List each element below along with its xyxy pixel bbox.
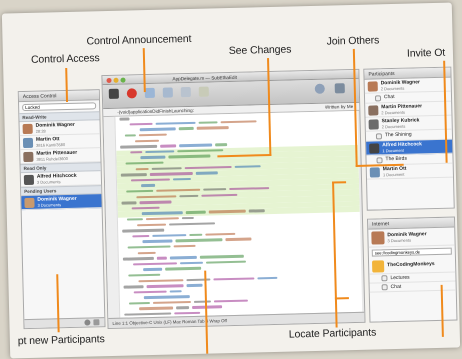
avatar [368,118,379,130]
avatar [22,123,33,134]
access-popup[interactable]: Locked [22,102,97,112]
minimize-icon[interactable] [113,77,119,83]
close-icon[interactable] [106,77,112,84]
monkey-logo-icon [371,259,385,273]
callout-control-access: Control Access [30,52,100,66]
callout-invite: Invite Ot [406,46,446,60]
callout-see-changes: See Changes [228,43,292,58]
changes-icon[interactable] [144,87,155,99]
participants-icon[interactable] [314,83,325,94]
connect-url-field[interactable]: see://codingmonkeys.de [371,247,452,257]
my-entry[interactable]: Dominik Wagner 3 Documents [368,227,455,248]
editor-body: Line 1:1 Objective-C Unix (LF) Mac Roman… [103,110,365,329]
document-icon [374,94,382,101]
participants-window: Participants Dominik Wagner 2 Documents C… [363,66,455,211]
symbols-icon[interactable] [162,87,173,98]
callout-join-others: Join Others [326,34,380,48]
access-bottom-bar [24,317,105,329]
leader-line-announcement [142,48,146,93]
access-icon[interactable] [126,88,137,99]
info-icon[interactable] [334,83,345,94]
written-by: Written by Me [324,103,354,110]
avatar [371,231,385,245]
editor-title: AppDelegate.m — SubEthaEdit [172,74,237,82]
document-icon [375,132,383,139]
leader-line-access [65,67,69,103]
callout-control-announcement: Control Announcement [86,32,192,48]
document-icon [381,284,388,291]
function-popup[interactable]: -(void)applicationDidFinishLaunching: [117,108,194,115]
avatar [23,174,35,185]
avatar [368,104,379,116]
code-area[interactable] [115,110,363,318]
document-icon [381,275,388,282]
wrap-icon[interactable] [198,86,209,97]
announce-icon[interactable] [108,88,119,99]
gear-icon[interactable] [84,319,91,326]
editor-window: AppDelegate.m — SubEthaEdit -(void)appli… [101,68,366,330]
avatar [369,142,380,154]
callout-accept-participants: pt new Participants [17,333,105,348]
access-control-window: Access Control Locked Read-Write Dominik… [17,89,106,330]
avatar [23,151,34,162]
leader-line-locate-h1 [332,181,347,184]
callout-locate-participants: Locate Participants [288,326,377,341]
avatar [367,80,378,92]
zoom-icon[interactable] [120,77,126,83]
avatar [24,197,35,208]
document-icon [376,156,383,163]
internet-window: Internet Dominik Wagner 3 Documents see:/… [366,216,458,323]
split-icon[interactable] [180,86,191,98]
leader-line-locate-h2 [334,297,349,300]
shared-document[interactable]: Chat [369,281,456,293]
screenshot-photo: Control Access Control Announcement See … [1,2,461,359]
avatar [369,166,380,178]
pending-user[interactable]: Dominik Wagner 3 Documents [21,194,102,211]
access-window-title: Access Control [18,90,99,103]
avatar [22,137,34,148]
action-icon[interactable] [93,319,100,326]
